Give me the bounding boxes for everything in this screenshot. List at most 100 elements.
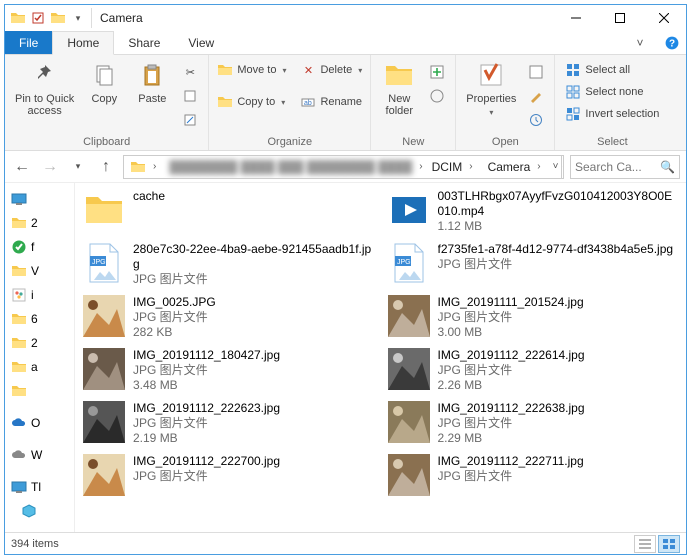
monitor-icon (11, 479, 27, 495)
addr-root[interactable]: › (124, 156, 165, 178)
file-type: JPG 图片文件 (133, 363, 280, 378)
tree-node[interactable] (5, 189, 74, 209)
list-item[interactable]: IMG_20191112_222700.jpgJPG 图片文件 (81, 452, 376, 498)
search-icon: 🔍 (660, 160, 675, 174)
list-item[interactable]: JPGf2735fe1-a78f-4d12-9774-df3438b4a5e5.… (386, 240, 681, 289)
addr-history-button[interactable]: ˅ (550, 161, 562, 172)
tab-home[interactable]: Home (52, 31, 114, 55)
list-item[interactable]: IMG_20191112_180427.jpgJPG 图片文件3.48 MB (81, 346, 376, 395)
history-button[interactable] (524, 109, 548, 131)
up-button[interactable]: ↑ (95, 156, 117, 178)
newfolder-icon (383, 59, 415, 91)
titlebar: ▾ Camera (5, 5, 686, 31)
svg-text:ab: ab (304, 100, 312, 107)
address-bar[interactable]: › ████████ ████ ███ ████████ ████ › DCIM… (123, 155, 564, 179)
forward-button[interactable]: → (39, 156, 61, 178)
chevron-right-icon[interactable]: › (466, 161, 475, 172)
tab-share[interactable]: Share (114, 31, 174, 54)
tree-node[interactable] (5, 501, 74, 521)
tree-node[interactable]: V (5, 261, 74, 281)
tree-node[interactable]: 2 (5, 333, 74, 353)
tree-node[interactable]: a (5, 357, 74, 377)
chevron-right-icon[interactable]: › (416, 161, 425, 172)
paste-shortcut-button[interactable] (178, 109, 202, 131)
copy-to-button[interactable]: Copy to▾ (213, 91, 290, 113)
maximize-button[interactable] (598, 5, 642, 31)
tree-node[interactable] (5, 381, 74, 401)
file-size: 2.19 MB (133, 431, 280, 446)
group-label: Clipboard (9, 135, 204, 150)
back-button[interactable]: ← (11, 156, 33, 178)
group-label: Select (559, 135, 665, 150)
tree-node-wps[interactable]: W (5, 445, 74, 465)
chevron-right-icon[interactable]: › (534, 161, 543, 172)
list-item[interactable]: IMG_20191111_201524.jpgJPG 图片文件3.00 MB (386, 293, 681, 342)
refresh-button[interactable]: ⟳ (561, 156, 564, 178)
qat-chevron-icon[interactable]: ▾ (69, 9, 87, 27)
pin-to-quickaccess-button[interactable]: Pin to Quick access (9, 57, 80, 119)
group-clipboard: Pin to Quick access Copy Paste ✂ Clipboa… (5, 55, 209, 150)
invert-selection-button[interactable]: Invert selection (561, 103, 663, 125)
tree-node-thispc[interactable]: Tl (5, 477, 74, 497)
list-item[interactable]: IMG_20191112_222614.jpgJPG 图片文件2.26 MB (386, 346, 681, 395)
copy-button[interactable]: Copy (80, 57, 128, 107)
list-item[interactable]: cache (81, 187, 376, 236)
move-to-button[interactable]: Move to▾ (213, 59, 290, 81)
folder-icon (11, 383, 27, 399)
close-button[interactable] (642, 5, 686, 31)
nav-tree[interactable]: 2 f V i 6 2 a O W Tl (5, 183, 75, 532)
quick-properties-icon[interactable] (29, 9, 47, 27)
paste-button[interactable]: Paste (128, 57, 176, 107)
list-item[interactable]: IMG_20191112_222623.jpgJPG 图片文件2.19 MB (81, 399, 376, 448)
search-input[interactable]: Search Ca... 🔍 (570, 155, 680, 179)
copy-path-button[interactable] (178, 85, 202, 107)
icons-view-button[interactable] (658, 535, 680, 553)
object3d-icon (21, 503, 37, 519)
history-icon (528, 112, 544, 128)
file-size: 1.12 MB (438, 219, 679, 234)
select-none-button[interactable]: Select none (561, 81, 663, 103)
folder-icon (9, 9, 27, 27)
selectnone-icon (565, 84, 581, 100)
details-view-button[interactable] (634, 535, 656, 553)
tree-node[interactable]: f (5, 237, 74, 257)
list-item[interactable]: IMG_20191112_222711.jpgJPG 图片文件 (386, 452, 681, 498)
collapse-ribbon-button[interactable]: ˅ (622, 31, 658, 54)
edit-button[interactable] (524, 85, 548, 107)
list-item[interactable]: JPG280e7c30-22ee-4ba9-aebe-921455aadb1f.… (81, 240, 376, 289)
select-all-button[interactable]: Select all (561, 59, 663, 81)
help-button[interactable]: ? (658, 31, 686, 54)
delete-button[interactable]: ✕Delete▾ (296, 59, 366, 81)
tab-file[interactable]: File (5, 31, 52, 54)
cut-button[interactable]: ✂ (178, 61, 202, 83)
file-type: JPG 图片文件 (438, 257, 674, 272)
chevron-right-icon[interactable]: › (150, 161, 159, 172)
addr-camera[interactable]: Camera› (482, 156, 550, 178)
properties-button[interactable]: Properties▾ (460, 57, 522, 121)
addr-hidden-path: ████████ ████ ███ ████████ ████ (165, 160, 416, 174)
addr-dcim[interactable]: DCIM› (426, 156, 482, 178)
tree-node[interactable]: 2 (5, 213, 74, 233)
minimize-button[interactable] (554, 5, 598, 31)
list-item[interactable]: 003TLHRbgx07AyyfFvzG010412003Y8O0E010.mp… (386, 187, 681, 236)
rename-button[interactable]: abRename (296, 91, 366, 113)
tree-node[interactable]: 6 (5, 309, 74, 329)
tree-node[interactable]: i (5, 285, 74, 305)
new-folder-button[interactable]: New folder (375, 57, 423, 119)
tab-view[interactable]: View (174, 31, 228, 54)
quick-newfolder-icon[interactable] (49, 9, 67, 27)
file-name: IMG_20191112_222623.jpg (133, 401, 280, 416)
list-item[interactable]: IMG_20191112_222638.jpgJPG 图片文件2.29 MB (386, 399, 681, 448)
list-item[interactable]: IMG_0025.JPGJPG 图片文件282 KB (81, 293, 376, 342)
easy-access-button[interactable] (425, 85, 449, 107)
tree-node-onedrive[interactable]: O (5, 413, 74, 433)
video-icon (388, 189, 430, 231)
file-size: 2.29 MB (438, 431, 585, 446)
recent-locations-button[interactable]: ▾ (67, 156, 89, 178)
file-list[interactable]: cache003TLHRbgx07AyyfFvzG010412003Y8O0E0… (75, 183, 686, 532)
open-button[interactable] (524, 61, 548, 83)
group-label: New (375, 135, 451, 150)
easyaccess-icon (429, 88, 445, 104)
file-name: IMG_0025.JPG (133, 295, 216, 310)
new-item-button[interactable] (425, 61, 449, 83)
